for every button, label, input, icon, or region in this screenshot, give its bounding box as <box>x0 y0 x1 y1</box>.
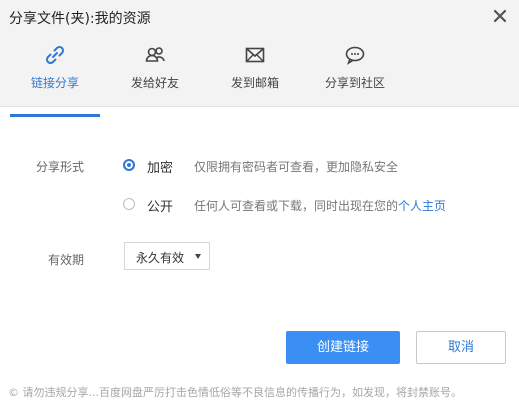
option-encrypted-label[interactable]: 加密 <box>147 157 173 176</box>
share-tabs: 链接分享 发给好友 发到邮箱 分享到社区 <box>0 34 519 117</box>
friends-icon <box>145 47 165 62</box>
tab-label: 分享到社区 <box>324 76 385 90</box>
tab-label: 发到邮箱 <box>230 76 279 90</box>
create-link-button[interactable]: 创建链接 <box>286 331 400 364</box>
option-public-label[interactable]: 公开 <box>147 196 173 215</box>
validity-value: 永久有效 <box>136 251 185 265</box>
community-icon <box>345 46 365 65</box>
tab-link-share[interactable]: 链接分享 <box>10 44 100 117</box>
tab-label: 链接分享 <box>30 76 79 90</box>
link-icon <box>45 45 65 65</box>
option-encrypted-desc: 仅限拥有密码者可查看，更加隐私安全 <box>194 160 399 174</box>
tab-label: 发给好友 <box>130 76 179 90</box>
validity-label: 有效期 <box>48 253 85 267</box>
footer-notice: © 请勿违规分享...百度网盘严厉打击色情低俗等不良信息的传播行为，如发现，将封… <box>8 386 462 399</box>
public-desc-text: 任何人可查看或下载，同时出现在您的 <box>194 199 399 213</box>
tab-send-email[interactable]: 发到邮箱 <box>210 44 300 91</box>
close-icon[interactable] <box>493 9 507 23</box>
dialog-title: 分享文件(夹):我的资源 <box>9 11 151 27</box>
dropdown-arrow-icon <box>195 254 201 259</box>
tab-send-friends[interactable]: 发给好友 <box>110 44 200 91</box>
personal-homepage-link[interactable]: 个人主页 <box>398 199 446 213</box>
option-public-desc: 任何人可查看或下载，同时出现在您的个人主页 <box>194 197 446 214</box>
radio-encrypted[interactable] <box>123 159 135 171</box>
radio-public[interactable] <box>123 198 135 210</box>
validity-select[interactable]: 永久有效 <box>124 242 210 270</box>
tab-share-community[interactable]: 分享到社区 <box>310 44 400 91</box>
mail-icon <box>245 47 265 63</box>
share-form-label: 分享形式 <box>36 160 85 174</box>
cancel-button[interactable]: 取消 <box>416 331 506 364</box>
title-bar: 分享文件(夹):我的资源 <box>0 0 519 34</box>
active-tab-indicator <box>10 114 100 117</box>
